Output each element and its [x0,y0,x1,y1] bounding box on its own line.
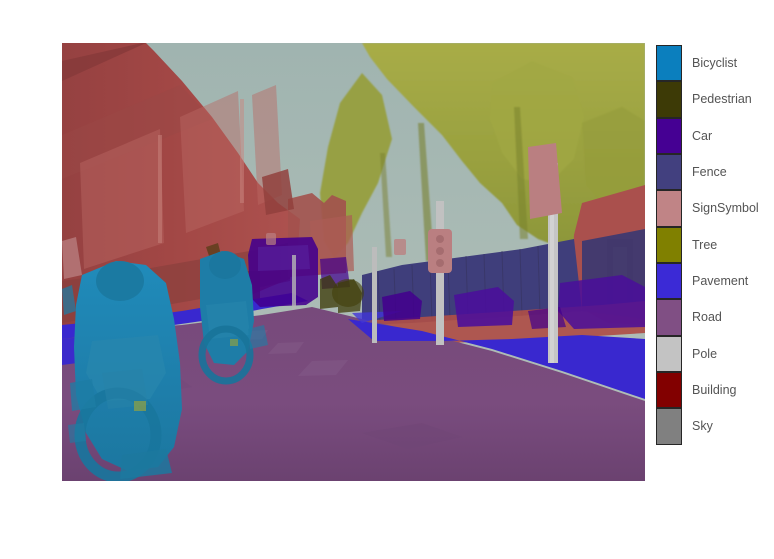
legend-item-car: Car [656,117,774,154]
legend-label-car: Car [692,128,713,143]
legend-swatch-pedestrian [656,81,682,118]
legend-swatch-fence [656,153,682,191]
legend-item-tree: Tree [656,226,774,263]
legend-swatch-sky [656,408,682,445]
legend-label-building: Building [692,382,737,397]
legend-label-bicyclist: Bicyclist [692,55,738,70]
segmentation-figure: Bicyclist Pedestrian Car Fence SignSymbo… [0,0,774,559]
legend-item-building: Building [656,371,774,409]
legend-swatch-road [656,299,682,336]
legend-label-pole: Pole [692,346,718,361]
legend-swatch-tree [656,226,682,263]
class-legend: Bicyclist Pedestrian Car Fence SignSymbo… [656,45,774,481]
legend-swatch-building [656,371,682,409]
legend-item-pole: Pole [656,335,774,372]
legend-swatch-pavement [656,262,682,300]
legend-label-road: Road [692,310,722,325]
legend-swatch-pole [656,335,682,372]
legend-label-sky: Sky [692,419,713,434]
legend-item-pavement: Pavement [656,262,774,300]
overlay-blend [62,43,645,481]
legend-label-pedestrian: Pedestrian [692,92,752,107]
legend-item-fence: Fence [656,153,774,191]
legend-swatch-bicyclist [656,45,682,82]
legend-item-road: Road [656,299,774,336]
segmentation-canvas [62,43,645,481]
legend-label-pavement: Pavement [692,273,749,288]
legend-item-pedestrian: Pedestrian [656,81,774,118]
legend-swatch-car [656,117,682,154]
legend-label-tree: Tree [692,237,718,252]
legend-item-signsymbol: SignSymbol [656,190,774,227]
legend-label-fence: Fence [692,164,727,179]
legend-item-bicyclist: Bicyclist [656,45,774,82]
legend-item-sky: Sky [656,408,774,445]
legend-label-signsymbol: SignSymbol [692,201,759,216]
segmentation-image-panel [62,43,645,481]
legend-swatch-signsymbol [656,190,682,227]
